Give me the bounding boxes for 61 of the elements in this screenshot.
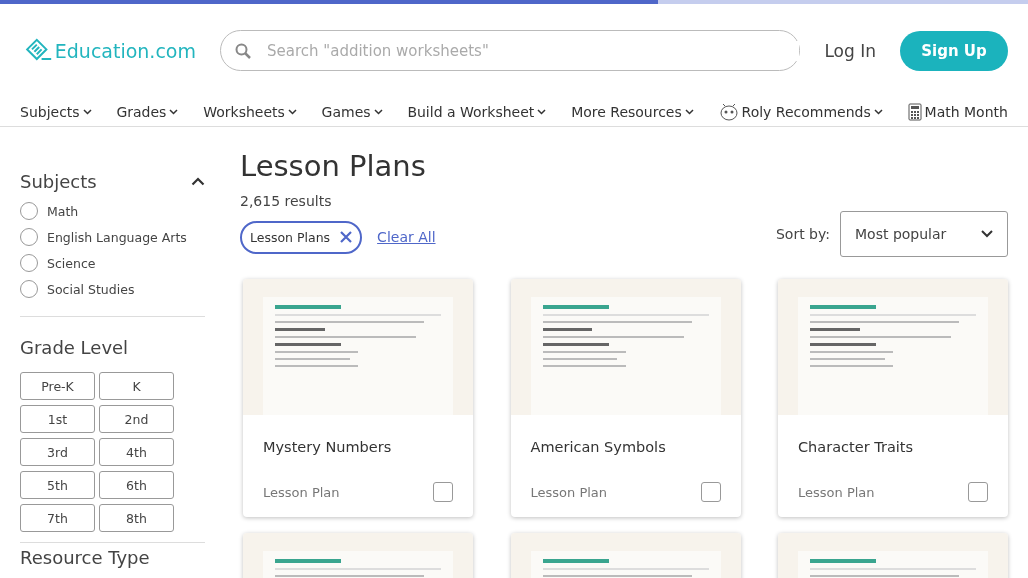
- card-title: Character Traits: [798, 439, 915, 455]
- chevron-down-icon: [373, 108, 383, 115]
- page-title: Lesson Plans: [240, 149, 427, 183]
- sort-dropdown[interactable]: Most popular: [840, 211, 1008, 257]
- radio-button[interactable]: [20, 228, 38, 246]
- card-checkbox[interactable]: [433, 482, 453, 502]
- radio-label: Science: [47, 255, 96, 271]
- chevron-down-icon: [82, 108, 92, 115]
- card-type: Lesson Plan: [530, 484, 608, 500]
- calculator-icon: [907, 102, 922, 121]
- filter-heading: Grade Level: [20, 337, 129, 358]
- chevron-down-icon: [287, 108, 297, 115]
- filter-heading: Subjects: [20, 171, 97, 192]
- lesson-card[interactable]: American Symbols Lesson Plan: [510, 279, 741, 517]
- chevron-down-icon: [873, 108, 883, 115]
- nav-menu-item[interactable]: Worksheets: [203, 103, 297, 120]
- log-in-link[interactable]: Log In: [824, 40, 876, 61]
- grade-button[interactable]: 1st: [20, 405, 95, 433]
- chevron-down-icon: [169, 108, 179, 115]
- search-icon: [235, 42, 251, 59]
- nav-menu-item[interactable]: Games: [321, 103, 383, 120]
- card-title: Mystery Numbers: [263, 439, 393, 455]
- radio-button[interactable]: [20, 202, 38, 220]
- radio-label: Math: [47, 203, 79, 219]
- chevron-down-icon: [537, 108, 547, 115]
- grade-button[interactable]: 8th: [99, 504, 174, 532]
- grade-button[interactable]: 4th: [99, 438, 174, 466]
- grade-button[interactable]: 6th: [99, 471, 174, 499]
- grade-button[interactable]: 7th: [20, 504, 95, 532]
- nav-menu-item[interactable]: Grades: [116, 103, 179, 120]
- grade-button[interactable]: Pre-K: [20, 372, 95, 400]
- card-checkbox[interactable]: [968, 482, 988, 502]
- card-title: American Symbols: [530, 439, 667, 455]
- radio-label: Social Studies: [47, 281, 135, 297]
- grade-button[interactable]: K: [99, 372, 174, 400]
- radio-label: English Language Arts: [47, 229, 187, 245]
- nav-menu-item[interactable]: Subjects: [20, 103, 92, 120]
- results-count: 2,615 results: [240, 193, 333, 209]
- lesson-card[interactable]: Character Traits Lesson Plan: [778, 279, 1008, 517]
- clear-all-link[interactable]: Clear All: [377, 229, 436, 245]
- nav-menu-item[interactable]: More Resources: [571, 103, 694, 120]
- close-icon: [340, 231, 353, 243]
- nav-menu-item[interactable]: Roly Recommends: [718, 102, 883, 121]
- chevron-down-icon: [981, 230, 993, 238]
- grade-button[interactable]: 2nd: [99, 405, 174, 433]
- chevron-down-icon: [684, 108, 694, 115]
- sort-label: Sort by:: [775, 226, 830, 242]
- radio-button[interactable]: [20, 254, 38, 272]
- filter-chip[interactable]: Lesson Plans: [240, 220, 363, 254]
- radio-button[interactable]: [20, 280, 38, 298]
- bug-mascot-icon: [718, 102, 739, 121]
- card-type: Lesson Plan: [263, 484, 340, 500]
- lesson-card[interactable]: Mystery Numbers Lesson Plan: [243, 279, 473, 517]
- grade-button[interactable]: 5th: [20, 471, 95, 499]
- card-checkbox[interactable]: [700, 482, 721, 502]
- nav-menu-item[interactable]: Build a Worksheet: [407, 103, 547, 120]
- nav-menu-item[interactable]: Math Month: [907, 102, 1008, 121]
- card-type: Lesson Plan: [798, 484, 875, 500]
- grade-button[interactable]: 3rd: [20, 438, 95, 466]
- chevron-up-icon[interactable]: [191, 177, 205, 186]
- filter-heading: Resource Type: [20, 547, 150, 568]
